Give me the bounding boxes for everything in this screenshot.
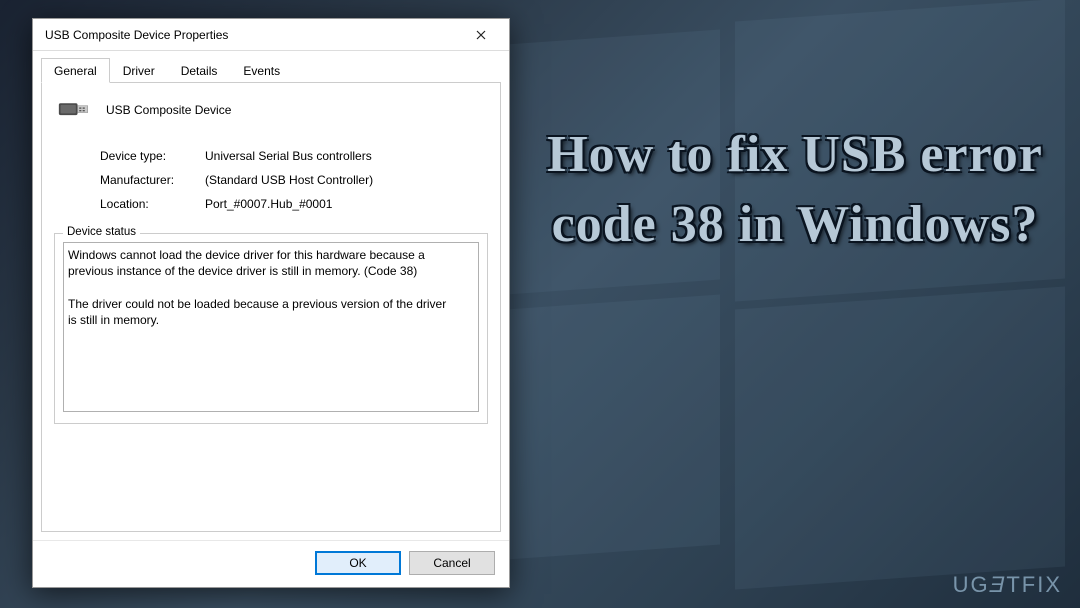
device-status-legend: Device status (63, 226, 140, 238)
device-fields: Device type: Universal Serial Bus contro… (100, 149, 488, 211)
cancel-button[interactable]: Cancel (409, 551, 495, 575)
tab-bar: General Driver Details Events (33, 51, 509, 82)
tab-details[interactable]: Details (168, 58, 231, 83)
ok-button[interactable]: OK (315, 551, 401, 575)
location-label: Location: (100, 197, 205, 211)
device-name: USB Composite Device (106, 103, 231, 117)
tab-events[interactable]: Events (230, 58, 293, 83)
tab-general[interactable]: General (41, 58, 110, 83)
location-value: Port_#0007.Hub_#0001 (205, 197, 332, 211)
close-icon (476, 30, 486, 40)
device-status-text[interactable] (63, 242, 479, 412)
usb-device-icon (58, 97, 92, 123)
window-title: USB Composite Device Properties (45, 28, 461, 42)
titlebar: USB Composite Device Properties (33, 19, 509, 51)
tab-panel-general: USB Composite Device Device type: Univer… (41, 82, 501, 532)
headline-text: How to fix USB error code 38 in Windows? (540, 120, 1050, 260)
device-type-label: Device type: (100, 149, 205, 163)
device-type-value: Universal Serial Bus controllers (205, 149, 372, 163)
close-button[interactable] (461, 27, 501, 43)
dialog-buttons: OK Cancel (33, 540, 509, 587)
device-status-group: Device status (54, 233, 488, 424)
field-manufacturer: Manufacturer: (Standard USB Host Control… (100, 173, 488, 187)
watermark-text: UGƎTFIX (953, 572, 1062, 598)
properties-dialog: USB Composite Device Properties General … (32, 18, 510, 588)
device-header: USB Composite Device (54, 97, 488, 123)
manufacturer-value: (Standard USB Host Controller) (205, 173, 373, 187)
field-device-type: Device type: Universal Serial Bus contro… (100, 149, 488, 163)
field-location: Location: Port_#0007.Hub_#0001 (100, 197, 488, 211)
manufacturer-label: Manufacturer: (100, 173, 205, 187)
tab-driver[interactable]: Driver (110, 58, 168, 83)
